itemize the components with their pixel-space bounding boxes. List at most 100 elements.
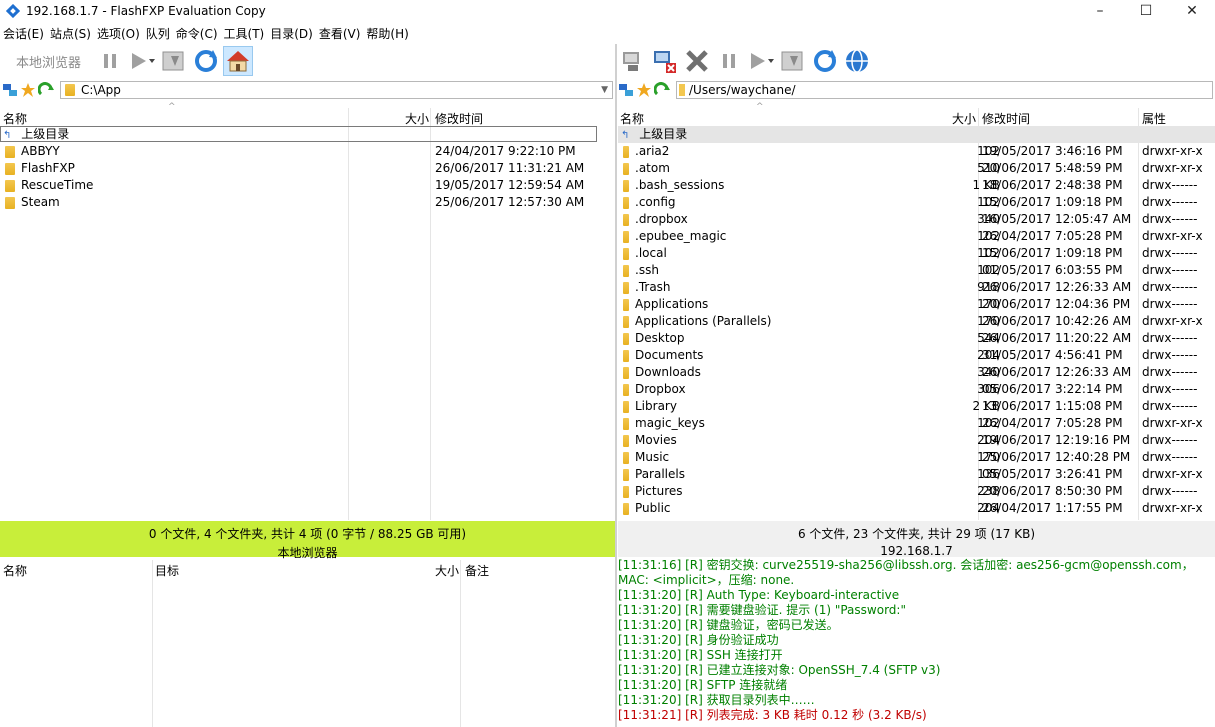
- list-item[interactable]: RescueTime 19/05/2017 12:59:54 AM: [0, 177, 615, 194]
- maximize-button[interactable]: ☐: [1123, 0, 1169, 22]
- folder-icon: [623, 451, 629, 464]
- menu-tools[interactable]: 工具(T): [221, 25, 268, 42]
- network-icon[interactable]: [618, 82, 634, 98]
- list-item[interactable]: .dropbox 340 16/05/2017 12:05:47 AM drwx---…: [618, 211, 1215, 228]
- list-item[interactable]: Documents 204 31/05/2017 4:56:41 PM drwx---…: [618, 347, 1215, 364]
- column-divider: [460, 560, 461, 727]
- col-size[interactable]: 大小: [405, 110, 429, 127]
- pane-divider[interactable]: [615, 44, 617, 727]
- file-name: .Trash: [635, 280, 671, 294]
- file-modified: 25/06/2017 12:40:28 PM: [982, 450, 1131, 464]
- transfer-button[interactable]: [127, 46, 157, 76]
- queue-col-target[interactable]: 目标: [155, 562, 179, 579]
- refresh-button[interactable]: [191, 46, 221, 76]
- folder-icon: [5, 179, 15, 192]
- folder-icon: [5, 196, 15, 209]
- file-modified: 01/05/2017 6:03:55 PM: [982, 263, 1123, 277]
- list-item[interactable]: Movies 204 19/06/2017 12:19:16 PM drwx-----…: [618, 432, 1215, 449]
- file-attributes: drwxr-xr-x: [1142, 467, 1203, 481]
- list-item[interactable]: Pictures 238 20/06/2017 8:50:30 PM drwx----…: [618, 483, 1215, 500]
- list-item[interactable]: .config 102 15/06/2017 1:09:18 PM drwx-----…: [618, 194, 1215, 211]
- queue-col-size[interactable]: 大小: [435, 562, 459, 579]
- folder-icon: [623, 400, 629, 413]
- list-item[interactable]: Downloads 340 26/06/2017 12:26:33 AM drwx--…: [618, 364, 1215, 381]
- pause-button[interactable]: [95, 46, 125, 76]
- pause-button-right[interactable]: [714, 46, 744, 76]
- menu-session[interactable]: 会话(E): [0, 25, 47, 42]
- list-item[interactable]: Public 204 26/04/2017 1:17:55 PM drwxr-xr-x: [618, 500, 1215, 517]
- list-item[interactable]: .aria2 102 19/05/2017 3:46:16 PM drwxr-xr-x: [618, 143, 1215, 160]
- col-attributes[interactable]: 属性: [1142, 110, 1166, 127]
- queue-col-note[interactable]: 备注: [465, 562, 489, 579]
- menu-directory[interactable]: 目录(D): [267, 25, 316, 42]
- network-icon[interactable]: [2, 82, 18, 98]
- refresh-transfer-button[interactable]: [159, 46, 189, 76]
- list-item[interactable]: .bash_sessions 1 KB 18/06/2017 2:48:38 PM d…: [618, 177, 1215, 194]
- up-folder-icon[interactable]: [654, 82, 670, 98]
- list-item[interactable]: .atom 510 20/06/2017 5:48:59 PM drwxr-xr-x: [618, 160, 1215, 177]
- menu-commands[interactable]: 命令(C): [173, 25, 221, 42]
- parent-directory-row[interactable]: ↰ 上级目录: [0, 126, 597, 142]
- favorites-star-icon[interactable]: [20, 82, 36, 98]
- file-attributes: drwx------: [1142, 195, 1198, 209]
- right-status-summary: 6 个文件, 23 个文件夹, 共计 29 项 (17 KB): [797, 527, 1036, 541]
- file-name: Parallels: [635, 467, 685, 481]
- col-name[interactable]: 名称: [3, 110, 27, 127]
- menu-sites[interactable]: 站点(S): [47, 25, 94, 42]
- list-item[interactable]: .Trash 918 26/06/2017 12:26:33 AM drwx-----…: [618, 279, 1215, 296]
- left-status-label: 本地浏览器: [277, 546, 338, 560]
- favorites-star-icon[interactable]: [636, 82, 652, 98]
- folder-icon: [623, 264, 629, 277]
- list-item[interactable]: Library 2 KB 13/06/2017 1:15:08 PM drwx----…: [618, 398, 1215, 415]
- file-name: Dropbox: [635, 382, 686, 396]
- minimize-button[interactable]: –: [1077, 0, 1123, 22]
- menu-queue[interactable]: 队列: [143, 25, 173, 42]
- file-name: .aria2: [635, 144, 670, 158]
- list-item[interactable]: .local 102 15/06/2017 1:09:18 PM drwx------: [618, 245, 1215, 262]
- transfer-button-right[interactable]: [746, 46, 776, 76]
- col-size[interactable]: 大小: [952, 110, 976, 127]
- list-item[interactable]: Desktop 544 26/06/2017 11:20:22 AM drwx----…: [618, 330, 1215, 347]
- remote-path-input[interactable]: /Users/waychane/: [676, 81, 1213, 99]
- list-item[interactable]: FlashFXP 26/06/2017 11:31:21 AM: [0, 160, 615, 177]
- menu-view[interactable]: 查看(V): [316, 25, 364, 42]
- pause-icon: [723, 54, 735, 68]
- list-item[interactable]: .epubee_magic 102 26/04/2017 7:05:28 PM drw…: [618, 228, 1215, 245]
- list-item[interactable]: Dropbox 306 05/06/2017 3:22:14 PM drwx-----…: [618, 381, 1215, 398]
- abort-button[interactable]: [682, 46, 712, 76]
- folder-icon: [623, 179, 629, 192]
- list-item[interactable]: Steam 25/06/2017 12:57:30 AM: [0, 194, 615, 211]
- list-item[interactable]: Music 170 25/06/2017 12:40:28 PM drwx------: [618, 449, 1215, 466]
- connect-button[interactable]: [618, 46, 648, 76]
- file-name: Downloads: [635, 365, 701, 379]
- list-item[interactable]: .ssh 102 01/05/2017 6:03:55 PM drwx------: [618, 262, 1215, 279]
- col-modified[interactable]: 修改时间: [435, 110, 483, 127]
- queue-col-name[interactable]: 名称: [3, 562, 27, 579]
- globe-button[interactable]: [842, 46, 872, 76]
- disconnect-button[interactable]: [650, 46, 680, 76]
- log-line: [11:31:20] [R] 已建立连接对象: OpenSSH_7.4 (SFT…: [618, 663, 941, 677]
- home-button[interactable]: [223, 46, 254, 76]
- file-name: Documents: [635, 348, 704, 362]
- menu-help[interactable]: 帮助(H): [363, 25, 411, 42]
- list-item[interactable]: ABBYY 24/04/2017 9:22:10 PM: [0, 143, 615, 160]
- refresh-button-right[interactable]: [810, 46, 840, 76]
- file-name: Library: [635, 399, 677, 413]
- app-logo-icon: [6, 4, 20, 18]
- menu-options[interactable]: 选项(O): [94, 25, 143, 42]
- file-name: Music: [635, 450, 670, 464]
- chevron-down-icon[interactable]: ▼: [601, 85, 608, 95]
- queue-column-header: 名称 目标 大小 备注: [0, 560, 615, 578]
- file-name: .atom: [635, 161, 670, 175]
- parent-directory-row[interactable]: ↰ 上级目录: [618, 126, 1215, 143]
- refresh-transfer-button-right[interactable]: [778, 46, 808, 76]
- list-item[interactable]: Parallels 136 05/05/2017 3:26:41 PM drwxr-x…: [618, 466, 1215, 483]
- list-item[interactable]: magic_keys 102 26/04/2017 7:05:28 PM drwxr-…: [618, 415, 1215, 432]
- up-folder-icon[interactable]: [38, 82, 54, 98]
- local-path-input[interactable]: C:\App ▼: [60, 81, 613, 99]
- list-item[interactable]: Applications (Parallels) 170 26/06/2017 10…: [618, 313, 1215, 330]
- close-button[interactable]: ✕: [1169, 0, 1215, 22]
- col-name[interactable]: 名称: [620, 110, 644, 127]
- list-item[interactable]: Applications 170 20/06/2017 12:04:36 PM drw…: [618, 296, 1215, 313]
- col-modified[interactable]: 修改时间: [982, 110, 1030, 127]
